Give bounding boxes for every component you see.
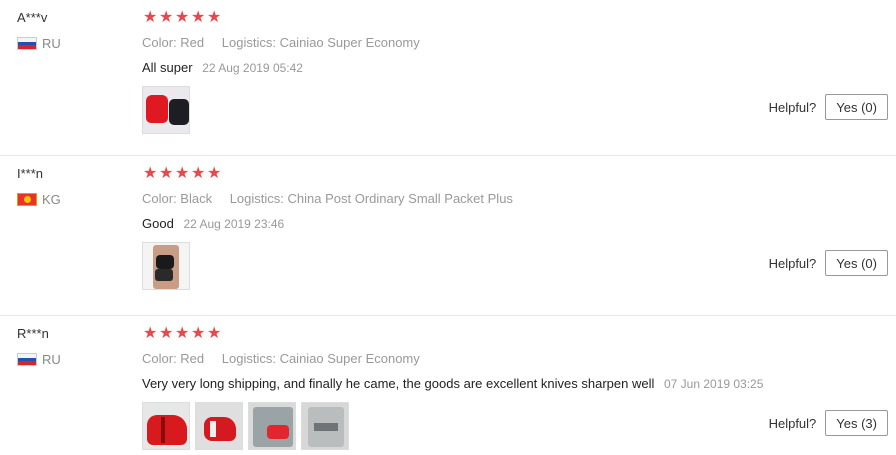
helpful-yes-button[interactable]: Yes (0): [825, 94, 888, 120]
helpful-label: Helpful?: [768, 99, 817, 115]
review-content: Good 22 Aug 2019 23:46: [142, 216, 284, 231]
country-code: RU: [42, 352, 61, 367]
russia-flag-icon: [17, 353, 37, 366]
packaging-photo[interactable]: [301, 402, 349, 450]
reviewer-name: A***v: [17, 10, 48, 25]
sharpener-in-bag-photo[interactable]: [248, 402, 296, 450]
country-code: KG: [42, 192, 61, 207]
review-date: 22 Aug 2019 05:42: [202, 61, 303, 75]
star-icon: ★: [143, 165, 158, 182]
helpful-section: Helpful? Yes (0): [769, 250, 888, 276]
star-icon: ★: [143, 325, 158, 342]
star-icon: ★: [207, 9, 222, 26]
review-item: A***v RU ★ ★ ★ ★ ★ Color: Red Logistics:…: [0, 0, 896, 156]
star-icon: ★: [159, 9, 174, 26]
review-item: R***n RU ★ ★ ★ ★ ★ Color: Red Logistics:…: [0, 316, 896, 455]
hand-holding-black-sharpener-photo[interactable]: [142, 242, 190, 290]
red-sharpener-photo-1[interactable]: [142, 402, 190, 450]
helpful-yes-button[interactable]: Yes (3): [825, 410, 888, 436]
review-content: All super 22 Aug 2019 05:42: [142, 60, 303, 75]
logistics-attribute: Logistics: China Post Ordinary Small Pac…: [229, 191, 513, 206]
reviewer-country: KG: [17, 192, 61, 207]
review-text: Good: [142, 216, 174, 231]
helpful-yes-button[interactable]: Yes (0): [825, 250, 888, 276]
star-icon: ★: [191, 325, 206, 342]
review-item: I***n KG ★ ★ ★ ★ ★ Color: Black Logistic…: [0, 156, 896, 316]
color-attribute: Color: Red: [142, 351, 205, 366]
order-attributes: Color: Red Logistics: Cainiao Super Econ…: [142, 35, 420, 50]
helpful-section: Helpful? Yes (3): [769, 410, 888, 436]
star-icon: ★: [175, 165, 190, 182]
color-attribute: Color: Black: [142, 191, 213, 206]
review-photos: [142, 242, 190, 290]
reviewer-name: R***n: [17, 326, 49, 341]
star-icon: ★: [159, 165, 174, 182]
order-attributes: Color: Black Logistics: China Post Ordin…: [142, 191, 513, 206]
star-icon: ★: [143, 9, 158, 26]
color-attribute: Color: Red: [142, 35, 205, 50]
star-rating: ★ ★ ★ ★ ★: [143, 325, 222, 343]
red-sharpener-photo-2[interactable]: [195, 402, 243, 450]
russia-flag-icon: [17, 37, 37, 50]
star-icon: ★: [175, 325, 190, 342]
review-photos: [142, 402, 349, 450]
helpful-label: Helpful?: [768, 415, 817, 431]
review-date: 22 Aug 2019 23:46: [183, 217, 285, 231]
star-icon: ★: [207, 325, 222, 342]
review-content: Very very long shipping, and finally he …: [142, 376, 763, 391]
star-icon: ★: [207, 165, 222, 182]
star-rating: ★ ★ ★ ★ ★: [143, 9, 222, 27]
logistics-attribute: Logistics: Cainiao Super Economy: [221, 351, 420, 366]
star-icon: ★: [191, 165, 206, 182]
helpful-label: Helpful?: [768, 255, 817, 271]
star-icon: ★: [175, 9, 190, 26]
star-icon: ★: [191, 9, 206, 26]
review-text: All super: [142, 60, 193, 75]
logistics-attribute: Logistics: Cainiao Super Economy: [221, 35, 420, 50]
red-and-black-sharpener-photo[interactable]: [142, 86, 190, 134]
star-icon: ★: [159, 325, 174, 342]
reviewer-country: RU: [17, 36, 61, 51]
reviewer-name: I***n: [17, 166, 44, 181]
review-photos: [142, 86, 190, 134]
star-rating: ★ ★ ★ ★ ★: [143, 165, 222, 183]
reviewer-country: RU: [17, 352, 61, 367]
order-attributes: Color: Red Logistics: Cainiao Super Econ…: [142, 351, 420, 366]
review-date: 07 Jun 2019 03:25: [663, 377, 764, 391]
review-text: Very very long shipping, and finally he …: [142, 376, 655, 391]
kyrgyzstan-flag-icon: [17, 193, 37, 206]
helpful-section: Helpful? Yes (0): [769, 94, 888, 120]
country-code: RU: [42, 36, 61, 51]
